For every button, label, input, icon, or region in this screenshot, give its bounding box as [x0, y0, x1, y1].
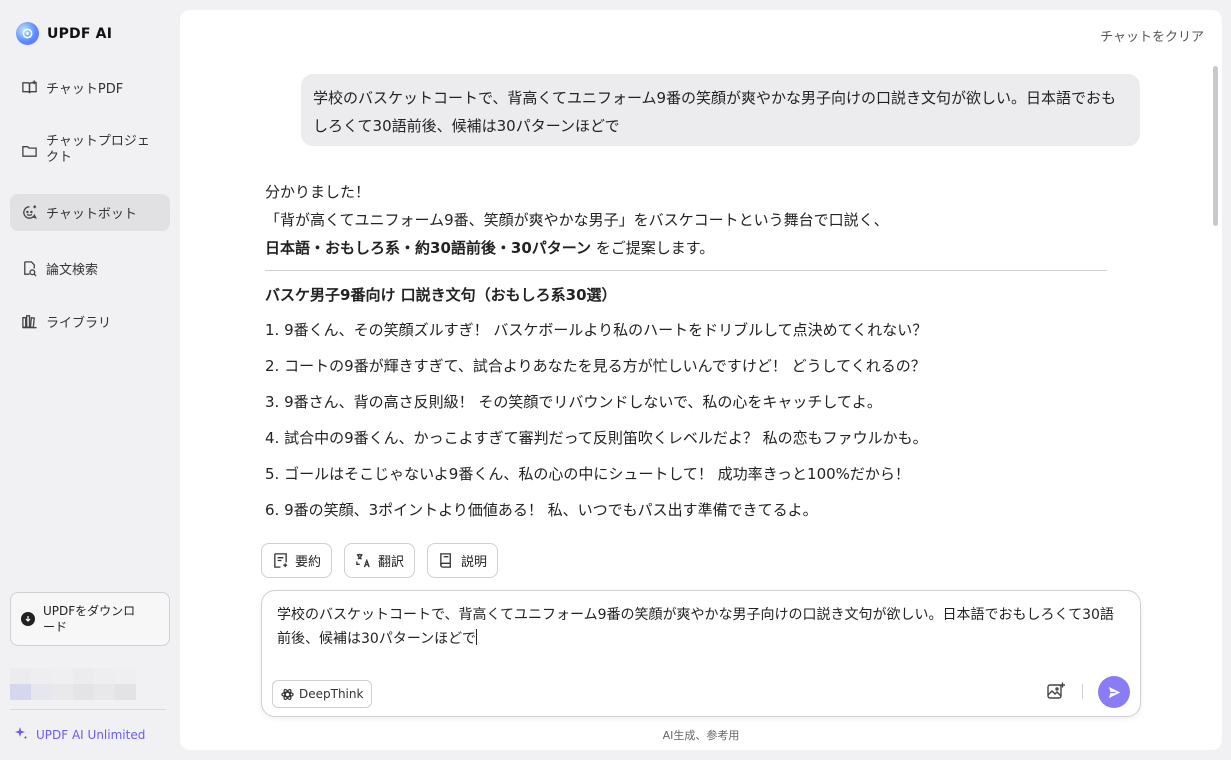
add-image-button[interactable]	[1046, 681, 1066, 701]
explain-button[interactable]: 説明	[427, 543, 499, 578]
sidebar-item-library[interactable]: ライブラリ	[10, 307, 170, 335]
sidebar-item-label: 論文検索	[46, 262, 99, 278]
answer-intro-2: 「背が高くてユニフォーム9番、笑顔が爽やかな男子」をバスケコートという舞台で口説…	[265, 211, 889, 229]
sidebar-divider	[10, 709, 166, 710]
deepthink-toggle[interactable]: DeepThink	[272, 680, 373, 708]
sidebar: UPDF AI チャットPDF チャットプロジェクト チャットボット 論文検索 …	[0, 0, 180, 760]
answer-list-item: 4. 試合中の9番くん、かっこよすぎて審判だって反則笛吹くレベルだよ？ 私の恋も…	[265, 429, 928, 447]
sidebar-item-label: ライブラリ	[46, 315, 112, 331]
explain-book-icon	[440, 553, 451, 568]
sparkle-icon	[14, 726, 28, 743]
sidebar-item-chat-pdf[interactable]: チャットPDF	[10, 73, 170, 101]
quick-actions: 要約 翻訳 説明	[261, 543, 499, 578]
sidebar-item-label: チャットPDF	[46, 81, 124, 97]
deepthink-label: DeepThink	[299, 687, 364, 701]
answer-intro-3-bold: 日本語・おもしろ系・約30語前後・30パターン	[265, 239, 592, 257]
summarize-label: 要約	[295, 555, 322, 570]
assistant-answer: 分かりました！ 「背が高くてユニフォーム9番、笑顔が爽やかな男子」をバスケコート…	[265, 178, 1107, 533]
answer-intro-3-rest: をご提案します。	[591, 239, 715, 257]
translate-label: 翻訳	[378, 555, 405, 570]
message-input-text: 学校のバスケットコートで、背高くてユニフォーム9番の笑顔が爽やかな男子向けの口説…	[277, 607, 1114, 647]
explain-label: 説明	[461, 555, 488, 570]
clear-chat-button[interactable]: チャットをクリア	[1100, 26, 1204, 45]
answer-list-item: 3. 9番さん、背の高さ反則級！ その笑顔でリバウンドしないで、私の心をキャッチ…	[265, 393, 882, 411]
sidebar-item-chatbot[interactable]: チャットボット	[10, 194, 170, 231]
sidebar-item-paper-search[interactable]: 論文検索	[10, 254, 170, 282]
unlimited-label: UPDF AI Unlimited	[36, 727, 146, 742]
atom-icon	[281, 688, 294, 700]
app-name: UPDF AI	[47, 25, 113, 42]
answer-divider	[265, 270, 1107, 271]
library-icon	[20, 312, 38, 330]
send-icon	[1108, 686, 1120, 698]
answer-intro-1: 分かりました！	[265, 183, 371, 201]
app-logo[interactable]: UPDF AI	[16, 22, 112, 45]
answer-list-item: 1. 9番くん、その笑顔ズルすぎ！ バスケボールより私のハートをドリブルして点決…	[265, 321, 928, 339]
answer-list-item: 6. 9番の笑顔、3ポイントより価値ある！ 私、いつでもパス出す準備できてるよ。	[265, 501, 818, 519]
download-icon	[21, 612, 35, 626]
send-button[interactable]	[1098, 676, 1130, 708]
image-add-icon	[1047, 682, 1065, 699]
chatbot-icon	[20, 204, 38, 222]
user-message-bubble: 学校のバスケットコートで、背高くてユニフォーム9番の笑顔が爽やかな男子向けの口説…	[301, 74, 1140, 146]
upgrade-unlimited-link[interactable]: UPDF AI Unlimited	[14, 726, 145, 743]
answer-list-item: 2. コートの9番が輝きすぎて、試合よりあなたを見る方が忙しいんですけど！ どう…	[265, 357, 926, 375]
ai-disclaimer: AI生成、参考用	[662, 729, 740, 742]
updf-logo-icon	[16, 22, 39, 45]
answer-intro-3: 日本語・おもしろ系・約30語前後・30パターン をご提案します。	[265, 234, 1107, 262]
folder-icon	[20, 141, 38, 159]
answer-heading: バスケ男子9番向け 口説き文句（おもしろ系30選）	[265, 286, 617, 304]
message-input[interactable]: 学校のバスケットコートで、背高くてユニフォーム9番の笑顔が爽やかな男子向けの口説…	[277, 603, 1127, 651]
sidebar-item-label: チャットボット	[46, 207, 137, 222]
chat-panel: チャットをクリア 学校のバスケットコートで、背高くてユニフォーム9番の笑顔が爽や…	[180, 10, 1222, 750]
summarize-icon	[274, 553, 288, 568]
translate-button[interactable]: 翻訳	[344, 543, 416, 578]
translate-icon	[356, 553, 370, 568]
scrollbar[interactable]	[1213, 66, 1218, 226]
sidebar-item-label: チャットプロジェクト	[46, 134, 150, 165]
account-avatar-blurred[interactable]	[10, 668, 136, 700]
answer-list-item: 5. ゴールはそこじゃないよ9番くん、私の心の中にシュートして！ 成功率きっと1…	[265, 465, 910, 483]
message-composer[interactable]: 学校のバスケットコートで、背高くてユニフォーム9番の笑顔が爽やかな男子向けの口説…	[261, 590, 1141, 717]
book-open-icon	[20, 78, 38, 96]
search-paper-icon	[20, 259, 38, 277]
composer-divider	[1082, 684, 1083, 699]
download-updf-button[interactable]: UPDFをダウンロード	[10, 592, 170, 646]
download-label: UPDFをダウンロード	[43, 604, 136, 634]
summarize-button[interactable]: 要約	[261, 543, 333, 578]
sidebar-item-chat-project[interactable]: チャットプロジェクト	[10, 128, 170, 172]
text-caret	[475, 629, 477, 645]
